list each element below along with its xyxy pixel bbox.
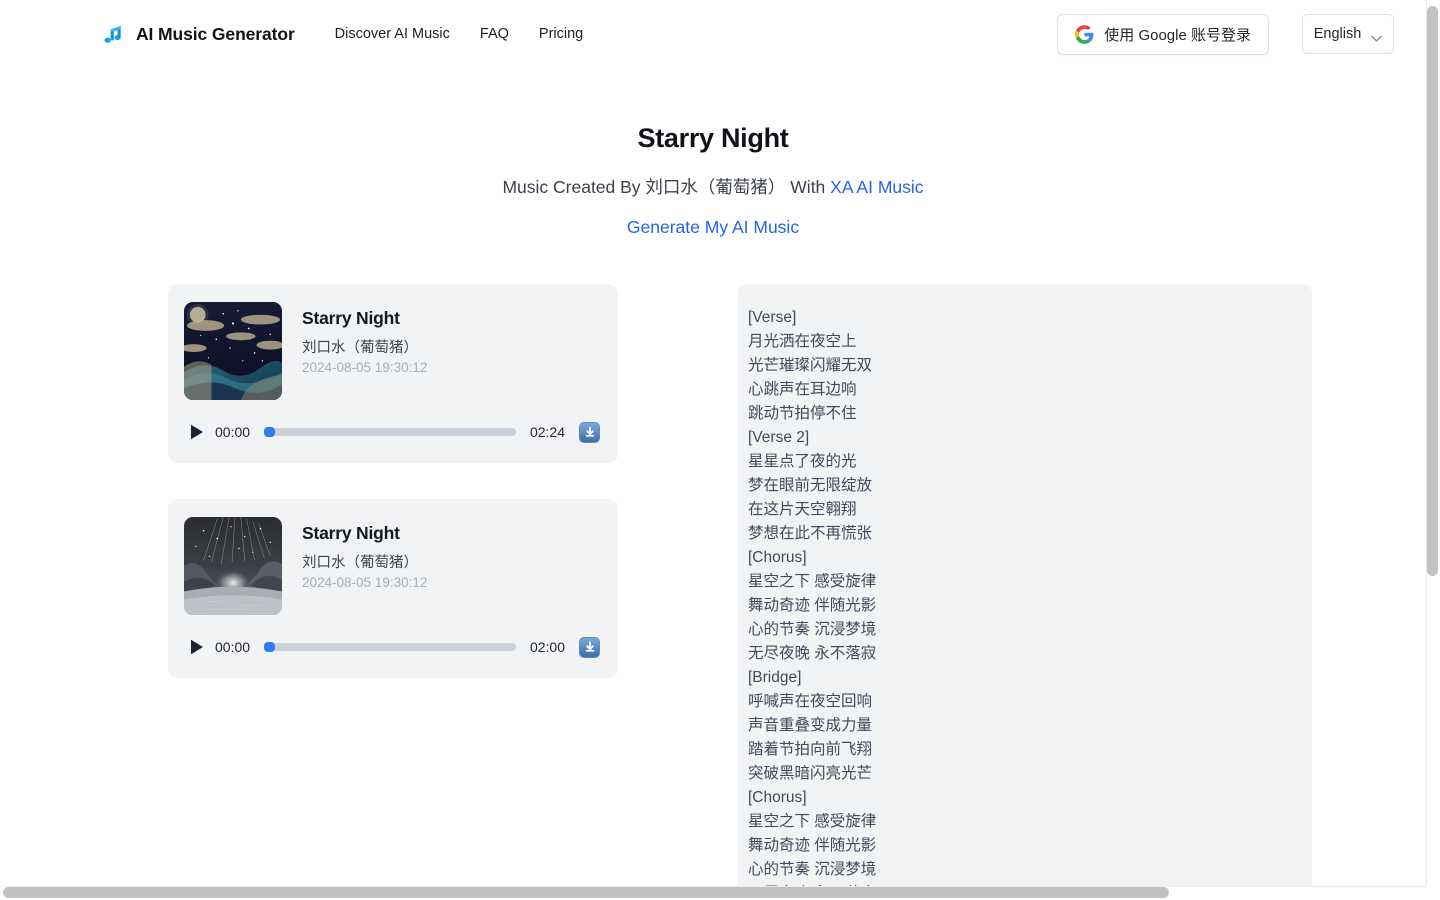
track-artist: 刘口水（葡萄猪） bbox=[302, 551, 427, 572]
play-icon[interactable] bbox=[190, 639, 204, 655]
lyric-line: 无尽夜晚 永不落寂 bbox=[748, 642, 1312, 666]
lyric-line: [Bridge] bbox=[748, 666, 1312, 690]
lyric-line: 突破黑暗闪亮光芒 bbox=[748, 762, 1312, 786]
hero-section: Starry Night Music Created By 刘口水（葡萄猪） W… bbox=[0, 68, 1426, 238]
track-info: Starry Night 刘口水（葡萄猪） 2024-08-05 19:30:1… bbox=[302, 517, 427, 615]
page-root: AI Music Generator Discover AI Music FAQ… bbox=[0, 0, 1426, 886]
main-nav: Discover AI Music FAQ Pricing bbox=[335, 26, 584, 42]
nav-pricing[interactable]: Pricing bbox=[539, 26, 583, 42]
track-title: Starry Night bbox=[302, 523, 427, 544]
lyric-line: 心的节奏 沉浸梦境 bbox=[748, 618, 1312, 642]
progress-handle[interactable] bbox=[264, 427, 275, 437]
lyric-line: 星空之下 感受旋律 bbox=[748, 570, 1312, 594]
lyric-line: 跳动节拍停不住 bbox=[748, 402, 1312, 426]
platform-link[interactable]: XA AI Music bbox=[830, 177, 923, 197]
audio-player: 00:00 02:00 bbox=[184, 637, 600, 658]
lyric-line: 舞动奇迹 伴随光影 bbox=[748, 594, 1312, 618]
nav-faq[interactable]: FAQ bbox=[480, 26, 509, 42]
play-icon[interactable] bbox=[190, 424, 204, 440]
lyric-line: 光芒璀璨闪耀无双 bbox=[748, 354, 1312, 378]
track-card[interactable]: Starry Night 刘口水（葡萄猪） 2024-08-05 19:30:1… bbox=[168, 284, 618, 463]
lyric-line: 在这片天空翱翔 bbox=[748, 498, 1312, 522]
track-header: Starry Night 刘口水（葡萄猪） 2024-08-05 19:30:1… bbox=[184, 302, 600, 400]
horizontal-scrollbar-thumb[interactable] bbox=[3, 887, 1169, 898]
track-title: Starry Night bbox=[302, 308, 427, 329]
album-cover-art bbox=[184, 302, 282, 400]
header-actions: 使用 Google 账号登录 English bbox=[1057, 14, 1394, 55]
lyric-line: 梦想在此不再慌张 bbox=[748, 522, 1312, 546]
current-time: 00:00 bbox=[215, 424, 250, 440]
track-list: Starry Night 刘口水（葡萄猪） 2024-08-05 19:30:1… bbox=[168, 284, 618, 714]
lyrics-panel: [Verse]月光洒在夜空上光芒璀璨闪耀无双心跳声在耳边响跳动节拍停不住[Ver… bbox=[738, 284, 1312, 886]
lyric-line: 声音重叠变成力量 bbox=[748, 714, 1312, 738]
language-selector[interactable]: English bbox=[1302, 14, 1394, 54]
generate-my-ai-music-link[interactable]: Generate My AI Music bbox=[627, 217, 799, 238]
lyric-line: 星空之下 感受旋律 bbox=[748, 810, 1312, 834]
progress-slider[interactable] bbox=[264, 428, 516, 436]
lyric-line: 呼喊声在夜空回响 bbox=[748, 690, 1312, 714]
hero-subtitle: Music Created By 刘口水（葡萄猪） With XA AI Mus… bbox=[0, 176, 1426, 199]
page-title: Starry Night bbox=[0, 123, 1426, 154]
progress-slider[interactable] bbox=[264, 643, 516, 651]
lyric-line: [Chorus] bbox=[748, 546, 1312, 570]
progress-handle[interactable] bbox=[264, 642, 275, 652]
current-time: 00:00 bbox=[215, 639, 250, 655]
duration: 02:24 bbox=[530, 424, 565, 440]
vertical-scrollbar-thumb[interactable] bbox=[1427, 6, 1438, 576]
brand-name: AI Music Generator bbox=[136, 24, 295, 45]
lyric-line: 心的节奏 沉浸梦境 bbox=[748, 858, 1312, 882]
track-header: Starry Night 刘口水（葡萄猪） 2024-08-05 19:30:1… bbox=[184, 517, 600, 615]
track-timestamp: 2024-08-05 19:30:12 bbox=[302, 575, 427, 590]
lyric-line: 心跳声在耳边响 bbox=[748, 378, 1312, 402]
track-info: Starry Night 刘口水（葡萄猪） 2024-08-05 19:30:1… bbox=[302, 302, 427, 400]
lyric-line: [Verse] bbox=[748, 306, 1312, 330]
site-header: AI Music Generator Discover AI Music FAQ… bbox=[0, 0, 1426, 68]
audio-player: 00:00 02:24 bbox=[184, 422, 600, 443]
lyric-line: [Chorus] bbox=[748, 786, 1312, 810]
main-content: Starry Night 刘口水（葡萄猪） 2024-08-05 19:30:1… bbox=[0, 238, 1426, 886]
brand-logo[interactable]: AI Music Generator bbox=[100, 21, 295, 47]
duration: 02:00 bbox=[530, 639, 565, 655]
with-text: With bbox=[785, 177, 830, 197]
lyric-line: 星星点了夜的光 bbox=[748, 450, 1312, 474]
google-login-button[interactable]: 使用 Google 账号登录 bbox=[1057, 14, 1269, 55]
album-cover-art bbox=[184, 517, 282, 615]
author-name: 刘口水（葡萄猪） bbox=[645, 177, 785, 197]
lyric-line: 月光洒在夜空上 bbox=[748, 330, 1312, 354]
google-login-label: 使用 Google 账号登录 bbox=[1104, 24, 1251, 45]
vertical-scrollbar[interactable] bbox=[1427, 2, 1438, 882]
created-by-prefix: Music Created By bbox=[502, 177, 645, 197]
lyric-line: 踏着节拍向前飞翔 bbox=[748, 738, 1312, 762]
google-icon bbox=[1075, 25, 1094, 44]
track-artist: 刘口水（葡萄猪） bbox=[302, 336, 427, 357]
lyric-line: 舞动奇迹 伴随光影 bbox=[748, 834, 1312, 858]
language-value: English bbox=[1314, 26, 1362, 42]
track-card[interactable]: Starry Night 刘口水（葡萄猪） 2024-08-05 19:30:1… bbox=[168, 499, 618, 678]
chevron-down-icon bbox=[1371, 31, 1382, 38]
download-icon[interactable] bbox=[579, 637, 600, 658]
nav-discover-ai-music[interactable]: Discover AI Music bbox=[335, 26, 450, 42]
download-icon[interactable] bbox=[579, 422, 600, 443]
lyric-line: 梦在眼前无限绽放 bbox=[748, 474, 1312, 498]
music-note-icon bbox=[100, 21, 126, 47]
lyric-line: [Verse 2] bbox=[748, 426, 1312, 450]
horizontal-scrollbar[interactable] bbox=[2, 887, 1426, 898]
track-timestamp: 2024-08-05 19:30:12 bbox=[302, 360, 427, 375]
